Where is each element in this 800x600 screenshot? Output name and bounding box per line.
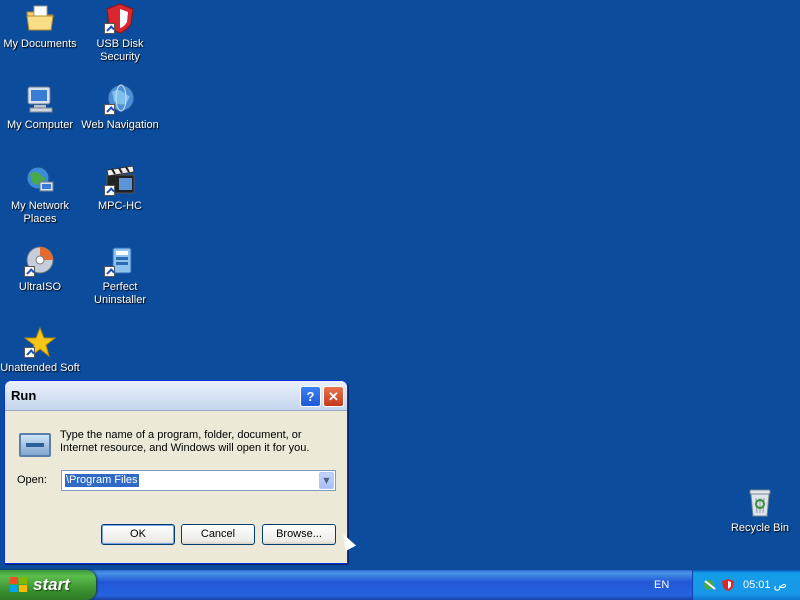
open-label: Open: bbox=[17, 474, 47, 486]
folder-documents-icon bbox=[24, 2, 56, 34]
close-button[interactable]: ✕ bbox=[323, 386, 344, 407]
shortcut-arrow-icon bbox=[104, 266, 115, 277]
start-button[interactable]: start bbox=[0, 570, 96, 600]
disc-icon bbox=[24, 245, 56, 277]
open-combobox[interactable]: \Program Files ▼ bbox=[61, 470, 336, 491]
desktop-icon-unattended-soft[interactable]: Unattended Soft bbox=[0, 326, 80, 375]
desktop-icon-label: Unattended Soft bbox=[0, 362, 80, 374]
start-label: start bbox=[33, 575, 70, 594]
desktop-icon-my-network-places[interactable]: My Network Places bbox=[0, 164, 80, 226]
usb-shield-icon bbox=[104, 2, 136, 34]
run-dialog-title: Run bbox=[11, 388, 37, 403]
desktop-icon-label: Web Navigation bbox=[81, 119, 159, 131]
desktop-icon-label: USB Disk Security bbox=[96, 38, 144, 63]
globe-icon bbox=[104, 83, 136, 115]
help-button[interactable]: ? bbox=[300, 386, 321, 407]
windows-flag-icon bbox=[10, 577, 28, 593]
desktop-icon-my-documents[interactable]: My Documents bbox=[0, 2, 80, 51]
desktop-icon-mpc-hc[interactable]: MPC-HC bbox=[80, 164, 160, 213]
cancel-button[interactable]: Cancel bbox=[181, 524, 255, 545]
taskbar: start EN 05:01 ص bbox=[0, 570, 800, 600]
usb-shield-tray-icon[interactable] bbox=[721, 578, 735, 592]
shortcut-arrow-icon bbox=[24, 347, 35, 358]
desktop: My Documents My Computer My Network Plac… bbox=[0, 0, 800, 570]
desktop-icon-label: Perfect Uninstaller bbox=[94, 281, 146, 306]
chevron-down-icon[interactable]: ▼ bbox=[319, 472, 334, 489]
ok-button[interactable]: OK bbox=[101, 524, 175, 545]
network-icon bbox=[24, 164, 56, 196]
run-dialog: Run ? ✕ Type the name of a program, fold… bbox=[4, 380, 348, 564]
browse-button[interactable]: Browse... bbox=[262, 524, 336, 545]
star-icon bbox=[23, 326, 57, 358]
language-indicator[interactable]: EN bbox=[654, 579, 669, 591]
desktop-icon-perfect-uninstaller[interactable]: Perfect Uninstaller bbox=[80, 245, 160, 307]
clock[interactable]: 05:01 ص bbox=[743, 578, 787, 591]
desktop-icon-label: UltraISO bbox=[18, 281, 62, 293]
shortcut-arrow-icon bbox=[104, 23, 115, 34]
run-program-icon bbox=[19, 433, 51, 457]
computer-icon bbox=[24, 83, 56, 115]
system-tray: 05:01 ص bbox=[692, 570, 800, 600]
desktop-icon-label: My Documents bbox=[3, 38, 77, 50]
run-description: Type the name of a program, folder, docu… bbox=[60, 429, 310, 454]
desktop-icon-my-computer[interactable]: My Computer bbox=[0, 83, 80, 132]
desktop-icon-label: Recycle Bin bbox=[730, 522, 790, 534]
run-dialog-titlebar[interactable]: Run ? ✕ bbox=[5, 381, 347, 411]
recycle-bin-icon bbox=[744, 486, 776, 518]
desktop-icon-usb-disk-security[interactable]: USB Disk Security bbox=[80, 2, 160, 64]
desktop-icon-label: My Computer bbox=[6, 119, 74, 131]
clapperboard-icon bbox=[104, 164, 136, 196]
desktop-icon-label: MPC-HC bbox=[98, 200, 142, 212]
open-input-value[interactable]: \Program Files bbox=[65, 474, 139, 487]
shortcut-arrow-icon bbox=[104, 104, 115, 115]
shortcut-arrow-icon bbox=[24, 266, 35, 277]
network-tray-icon[interactable] bbox=[703, 578, 717, 592]
desktop-icon-ultraiso[interactable]: UltraISO bbox=[0, 245, 80, 294]
shortcut-arrow-icon bbox=[104, 185, 115, 196]
desktop-icon-web-navigation[interactable]: Web Navigation bbox=[80, 83, 160, 132]
desktop-icon-recycle-bin[interactable]: Recycle Bin bbox=[720, 486, 800, 535]
desktop-icon-label: My Network Places bbox=[10, 200, 70, 225]
uninstaller-icon bbox=[104, 245, 136, 277]
